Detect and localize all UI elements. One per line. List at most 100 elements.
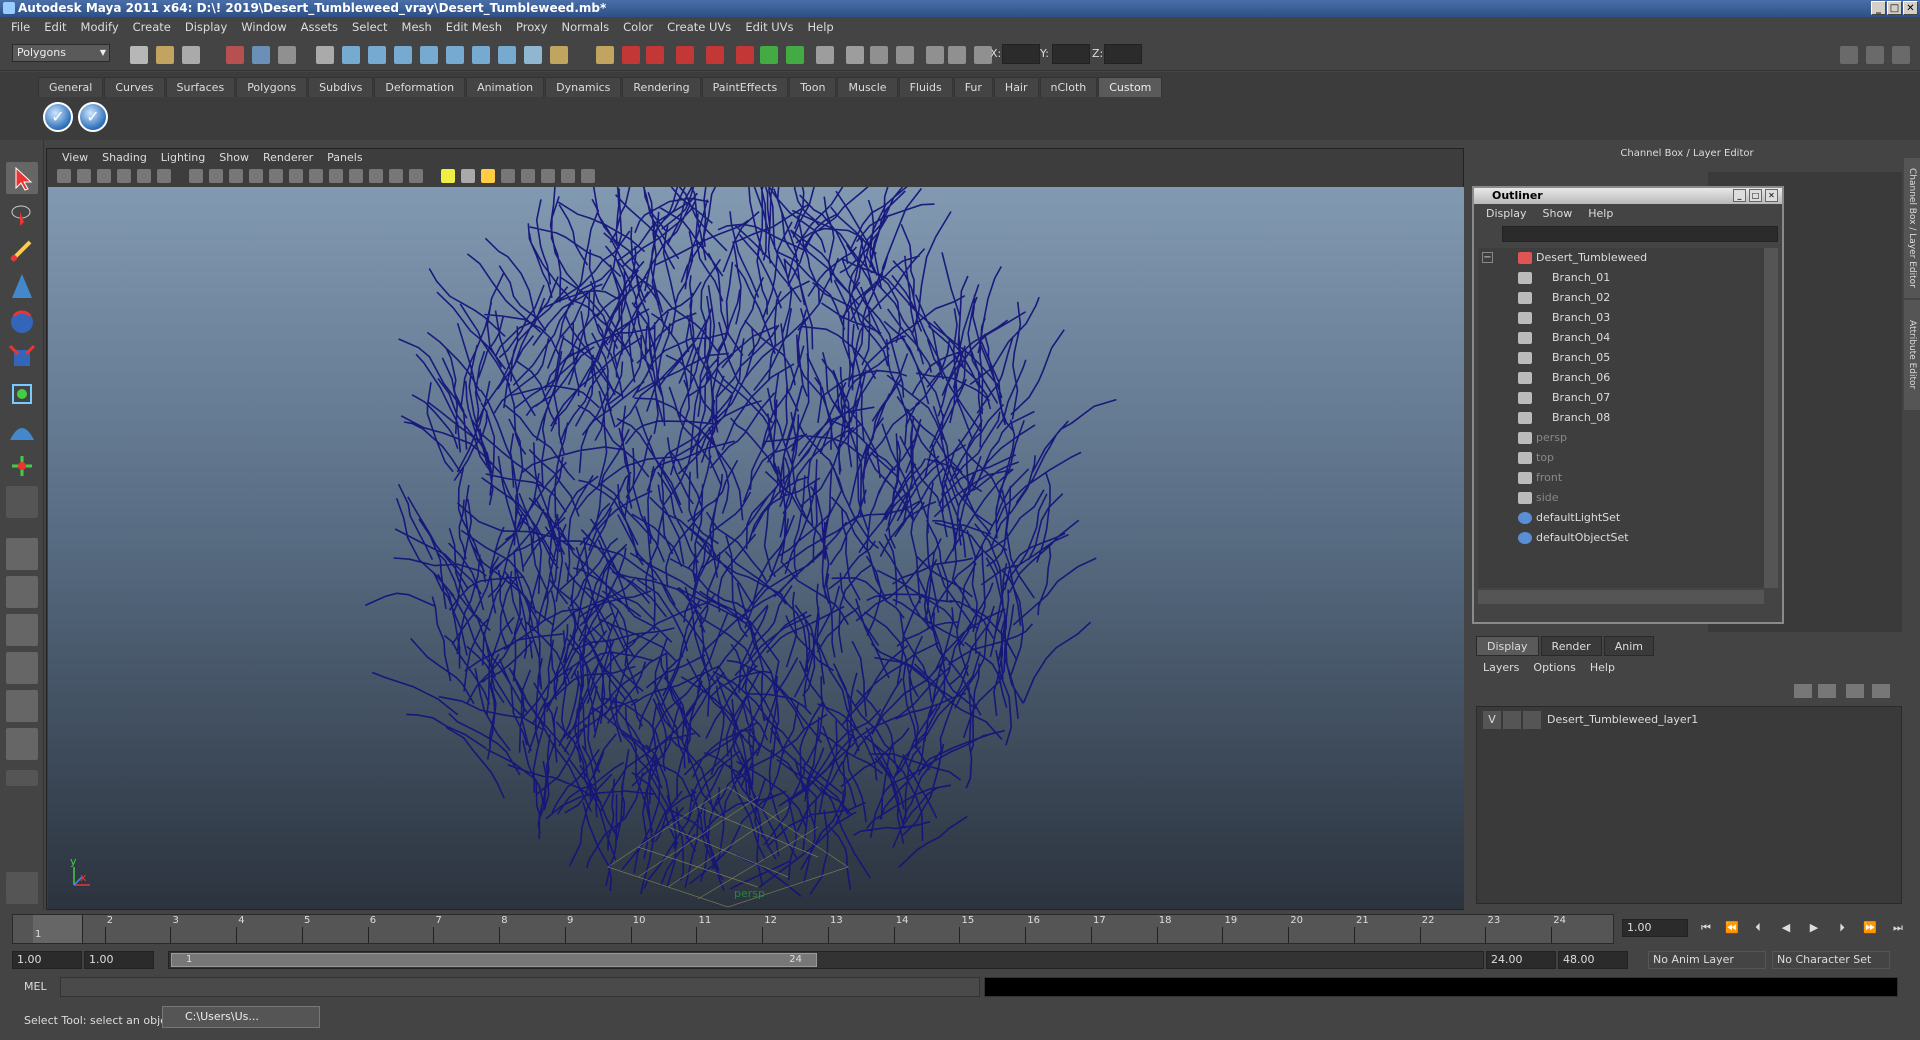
attribute-editor-side-tab[interactable]: Attribute Editor <box>1904 300 1920 410</box>
time-ruler[interactable]: 1234567891011121314151617181920212223241 <box>12 914 1614 944</box>
shelf-tab-toon[interactable]: Toon <box>789 77 837 97</box>
viewport-tool-3-icon[interactable] <box>97 169 111 183</box>
viewport-tool-6-icon[interactable] <box>157 169 171 183</box>
status-tool-10-icon[interactable] <box>394 46 412 64</box>
persp-graph-layout-icon[interactable] <box>6 652 38 684</box>
rotate-tool-icon[interactable] <box>6 306 38 338</box>
status-tool-5-icon[interactable] <box>252 46 270 64</box>
shelf-tab-muscle[interactable]: Muscle <box>837 77 898 97</box>
status-tool-7-icon[interactable] <box>316 46 334 64</box>
status-tool-16-icon[interactable] <box>550 46 568 64</box>
status-tool-6-icon[interactable] <box>278 46 296 64</box>
outliner-item[interactable]: Branch_05 <box>1478 348 1764 368</box>
outliner-maximize-button[interactable]: □ <box>1749 189 1762 202</box>
viewport-menu-lighting[interactable]: Lighting <box>154 149 212 167</box>
status-tool-17-icon[interactable] <box>596 46 614 64</box>
outliner-menu-show[interactable]: Show <box>1535 204 1581 224</box>
layer-type-toggle[interactable] <box>1503 711 1521 729</box>
hand-icon[interactable] <box>6 872 38 904</box>
shelf-tab-hair[interactable]: Hair <box>993 77 1039 97</box>
menu-modify[interactable]: Modify <box>74 20 126 34</box>
current-time-marker[interactable]: 1 <box>33 915 83 943</box>
viewport-tool-11-icon[interactable] <box>269 169 283 183</box>
range-slider-handle[interactable]: 1 24 <box>171 953 817 967</box>
status-tool-21-icon[interactable] <box>706 46 724 64</box>
custom-shelf-check-icon-2[interactable]: ✓ <box>78 102 108 132</box>
range-slider[interactable]: 1 24 <box>168 951 1484 969</box>
single-perspective-layout-icon[interactable] <box>6 538 38 570</box>
shelf-tab-subdivs[interactable]: Subdivs <box>308 77 374 97</box>
playback-start-field[interactable]: 1.00 <box>84 951 154 969</box>
shelf-tab-surfaces[interactable]: Surfaces <box>165 77 236 97</box>
status-tool-12-icon[interactable] <box>446 46 464 64</box>
outliner-collapse-icon[interactable]: − <box>1482 252 1493 263</box>
x-input[interactable] <box>1002 44 1040 64</box>
layer-color-swatch[interactable] <box>1523 711 1541 729</box>
persp-outliner-layout-icon[interactable] <box>6 614 38 646</box>
viewport-menu-renderer[interactable]: Renderer <box>256 149 320 167</box>
viewport-tool-2-icon[interactable] <box>77 169 91 183</box>
shelf-tab-rendering[interactable]: Rendering <box>622 77 701 97</box>
outliner-menu-help[interactable]: Help <box>1580 204 1621 224</box>
status-tool-23-icon[interactable] <box>760 46 778 64</box>
viewport-tool-22-icon[interactable] <box>501 169 515 183</box>
current-frame-field[interactable]: 1.00 <box>1622 919 1688 937</box>
channel-box-toggle-icon[interactable] <box>1840 46 1858 64</box>
mel-command-input[interactable] <box>60 977 980 997</box>
viewport-tool-18-icon[interactable] <box>409 169 423 183</box>
status-tool-31-icon[interactable] <box>974 46 992 64</box>
outliner-menu-display[interactable]: Display <box>1478 204 1535 224</box>
status-tool-14-icon[interactable] <box>498 46 516 64</box>
menu-edit-uvs[interactable]: Edit UVs <box>738 20 800 34</box>
outliner-item[interactable]: Desert_Tumbleweed <box>1478 248 1764 268</box>
status-tool-8-icon[interactable] <box>342 46 360 64</box>
menu-create[interactable]: Create <box>126 20 178 34</box>
maximize-button[interactable]: □ <box>1887 1 1902 15</box>
shelf-tab-curves[interactable]: Curves <box>104 77 165 97</box>
shelf-tab-painteffects[interactable]: PaintEffects <box>701 77 789 97</box>
menu-file[interactable]: File <box>4 20 37 34</box>
menu-window[interactable]: Window <box>234 20 293 34</box>
outliner-item[interactable]: Branch_03 <box>1478 308 1764 328</box>
character-set-dropdown[interactable]: No Character Set <box>1772 951 1890 969</box>
menu-color[interactable]: Color <box>616 20 660 34</box>
outliner-item[interactable]: side <box>1478 488 1764 508</box>
perspective-viewport[interactable]: View Shading Lighting Show Renderer Panels pe… <box>46 118 1464 910</box>
channel-box-side-tab[interactable]: Channel Box / Layer Editor <box>1904 158 1920 298</box>
four-view-layout-icon[interactable] <box>6 576 38 608</box>
viewport-menu-view[interactable]: View <box>55 149 95 167</box>
viewport-tool-4-icon[interactable] <box>117 169 131 183</box>
step-back-key-icon[interactable]: ⏴ <box>1750 921 1766 935</box>
scale-tool-icon[interactable] <box>6 342 38 374</box>
status-tool-22-icon[interactable] <box>736 46 754 64</box>
status-tool-2-icon[interactable] <box>156 46 174 64</box>
status-tool-27-icon[interactable] <box>870 46 888 64</box>
tool-settings-toggle-icon[interactable] <box>1866 46 1884 64</box>
lasso-tool-icon[interactable] <box>6 198 38 230</box>
step-back-frame-icon[interactable]: ⏪ <box>1724 921 1740 935</box>
layer-tab-anim[interactable]: Anim <box>1603 636 1654 656</box>
viewport-tool-25-icon[interactable] <box>561 169 575 183</box>
viewport-tool-9-icon[interactable] <box>229 169 243 183</box>
select-tool-icon[interactable] <box>6 162 38 194</box>
shelf-tab-deformation[interactable]: Deformation <box>374 77 466 97</box>
outliner-item[interactable]: top <box>1478 448 1764 468</box>
go-to-end-icon[interactable]: ⏭ <box>1890 921 1906 935</box>
status-tool-11-icon[interactable] <box>420 46 438 64</box>
viewport-tool-13-icon[interactable] <box>309 169 323 183</box>
layer-visibility-toggle[interactable]: V <box>1483 711 1501 729</box>
viewport-tool-8-icon[interactable] <box>209 169 223 183</box>
attribute-editor-toggle-icon[interactable] <box>1892 46 1910 64</box>
status-tool-19-icon[interactable] <box>646 46 664 64</box>
viewport-tool-17-icon[interactable] <box>389 169 403 183</box>
status-tool-18-icon[interactable] <box>622 46 640 64</box>
viewport-tool-15-icon[interactable] <box>349 169 363 183</box>
viewport-tool-7-icon[interactable] <box>189 169 203 183</box>
menu-normals[interactable]: Normals <box>555 20 617 34</box>
viewport-tool-5-icon[interactable] <box>137 169 151 183</box>
move-layer-up-icon[interactable] <box>1794 684 1812 698</box>
universal-manipulator-icon[interactable] <box>6 378 38 410</box>
step-forward-frame-icon[interactable]: ⏩ <box>1862 921 1878 935</box>
animation-end-field[interactable]: 48.00 <box>1558 951 1628 969</box>
status-tool-20-icon[interactable] <box>676 46 694 64</box>
